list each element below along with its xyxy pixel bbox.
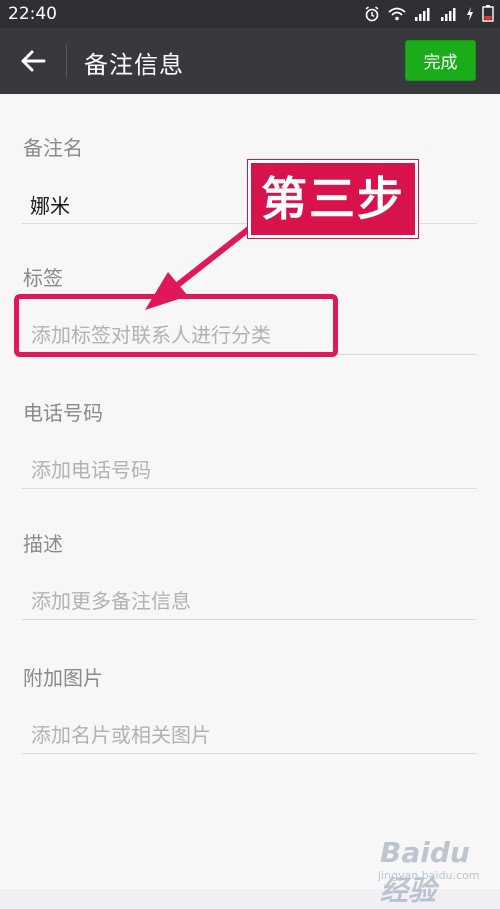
step-callout-text: 第三步 [261,172,405,226]
annotation-arrow [145,225,253,310]
watermark-url: jingyan.baidu.com [378,869,480,882]
step-callout: 第三步 [248,160,418,238]
baidu-watermark: Baidu经验 jingyan.baidu.com [350,836,490,907]
